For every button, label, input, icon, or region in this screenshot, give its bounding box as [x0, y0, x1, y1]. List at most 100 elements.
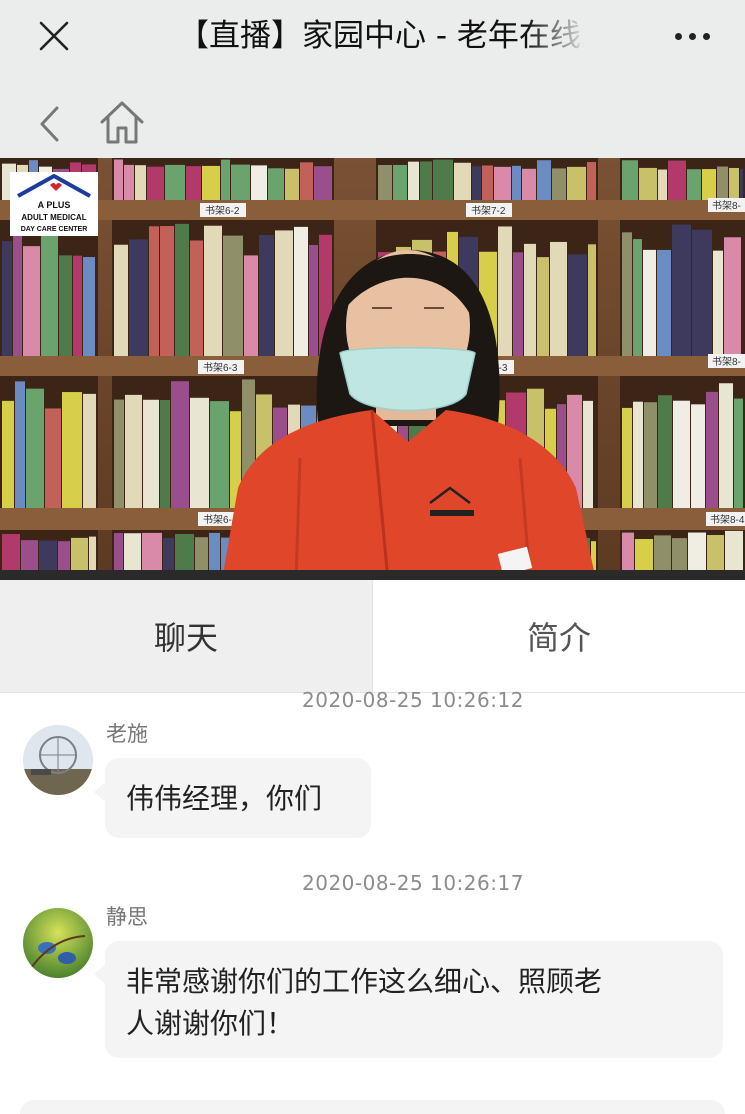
sender-name: 老施 [106, 722, 148, 746]
book-spine [314, 166, 332, 200]
top-bar: 【直播】家园中心 - 老年在线 [0, 0, 745, 158]
book-spine [654, 535, 671, 570]
book-spine [59, 255, 72, 356]
book-spine [658, 395, 672, 508]
book-spine [294, 226, 308, 356]
book-spine [204, 225, 222, 356]
tab-chat[interactable]: 聊天 [0, 580, 372, 692]
message-text: 人谢谢你们！ [126, 1007, 295, 1040]
book-spine [658, 169, 667, 200]
book-spine [724, 237, 741, 356]
book-spine [567, 166, 586, 200]
book-spine [195, 537, 208, 570]
tab-bar: 聊天 简介 [0, 580, 745, 693]
book-spine [190, 240, 203, 356]
book-spine [378, 164, 392, 200]
book-spine [41, 235, 58, 356]
book-spine [633, 239, 642, 356]
book-spine [268, 168, 284, 200]
tab-intro[interactable]: 简介 [372, 580, 745, 692]
book-spine [231, 164, 250, 200]
book-spine [114, 159, 123, 200]
book-spine [209, 532, 220, 570]
more-dots-icon [674, 32, 682, 40]
book-spine [114, 244, 128, 356]
book-spine [643, 249, 656, 356]
book-spine [639, 167, 657, 200]
book-spine [472, 166, 481, 200]
book-spine [125, 394, 142, 508]
book-spine [740, 168, 743, 200]
book-spine [186, 166, 201, 200]
more-button[interactable] [666, 16, 718, 56]
page-title: 【直播】家园中心 - 老年在线 [178, 18, 581, 54]
avatar[interactable] [23, 908, 93, 978]
book-spine [83, 393, 96, 508]
book-spine [706, 391, 718, 508]
book-spine [691, 404, 705, 508]
book-spine [147, 166, 164, 200]
book-spine [633, 401, 643, 508]
book-spine [702, 169, 716, 200]
message-text: 伟伟经理，你们 [126, 782, 323, 815]
book-spine [687, 169, 701, 200]
book-spine [71, 537, 88, 570]
book-spine [717, 166, 728, 200]
book-spine [300, 162, 313, 200]
book-spine [124, 533, 141, 570]
book-spine [587, 162, 596, 200]
close-button[interactable] [34, 16, 74, 56]
message-bubble[interactable]: 非常感谢你们的工作这么细心、照顾老 人谢谢你们！ [105, 941, 723, 1058]
book-spine [692, 229, 712, 356]
logo-text: DAY CARE CENTER [21, 226, 88, 233]
book-spine [2, 400, 14, 508]
logo-text: ADULT MEDICAL [21, 213, 86, 222]
book-spine [244, 255, 258, 356]
message-timestamp: 2020-08-25 10:26:17 [302, 871, 524, 895]
book-spine [622, 160, 638, 200]
book-spine [550, 241, 567, 356]
book-spine [644, 402, 657, 508]
book-spine [129, 239, 148, 356]
live-video-player[interactable]: 书架6-2 书架7-2 书架8- 书架6-3 书架7-3 书架8- 书架6-4 … [0, 158, 745, 580]
book-spine [23, 246, 40, 356]
message-timestamp: 2020-08-25 10:26:12 [302, 688, 524, 712]
center-logo: A PLUS ADULT MEDICAL DAY CARE CENTER [10, 172, 98, 236]
book-spine [202, 165, 220, 200]
book-spine [719, 383, 733, 508]
book-spine [482, 165, 493, 200]
book-spine [83, 257, 95, 356]
book-spine [165, 164, 185, 200]
book-spine [513, 252, 523, 356]
book-spine [149, 226, 159, 356]
book-spine [39, 540, 57, 570]
book-spine [512, 165, 521, 200]
book-spine [454, 162, 471, 200]
book-spine [143, 399, 159, 508]
book-spine [673, 400, 690, 508]
video-frame: 书架6-2 书架7-2 书架8- 书架6-3 书架7-3 书架8- 书架6-4 … [0, 158, 745, 580]
book-spine [163, 538, 174, 570]
shelf-label: 书架8-4 [710, 514, 745, 526]
book-spine [552, 168, 566, 200]
shelf-label: 书架7-2 [471, 205, 506, 217]
message-bubble[interactable]: 伟伟经理，你们 [105, 758, 371, 838]
book-spine [142, 532, 162, 570]
home-icon [100, 101, 144, 144]
book-spine [210, 401, 229, 508]
book-spine [124, 164, 134, 200]
back-button[interactable] [30, 100, 70, 148]
message-text: 非常感谢你们的工作这么细心、照顾老 [126, 965, 603, 998]
book-spine [309, 245, 318, 356]
shelf-label: 书架8- [712, 200, 741, 212]
book-spine [2, 241, 12, 356]
home-button[interactable] [96, 96, 148, 148]
book-spine [221, 159, 230, 200]
book-spine [160, 226, 174, 356]
book-spine [45, 408, 61, 508]
avatar[interactable] [23, 725, 93, 795]
next-message-bubble [20, 1100, 725, 1114]
shelf-label: 书架8- [712, 356, 741, 368]
book-spine [498, 226, 512, 356]
book-spine [729, 167, 739, 200]
